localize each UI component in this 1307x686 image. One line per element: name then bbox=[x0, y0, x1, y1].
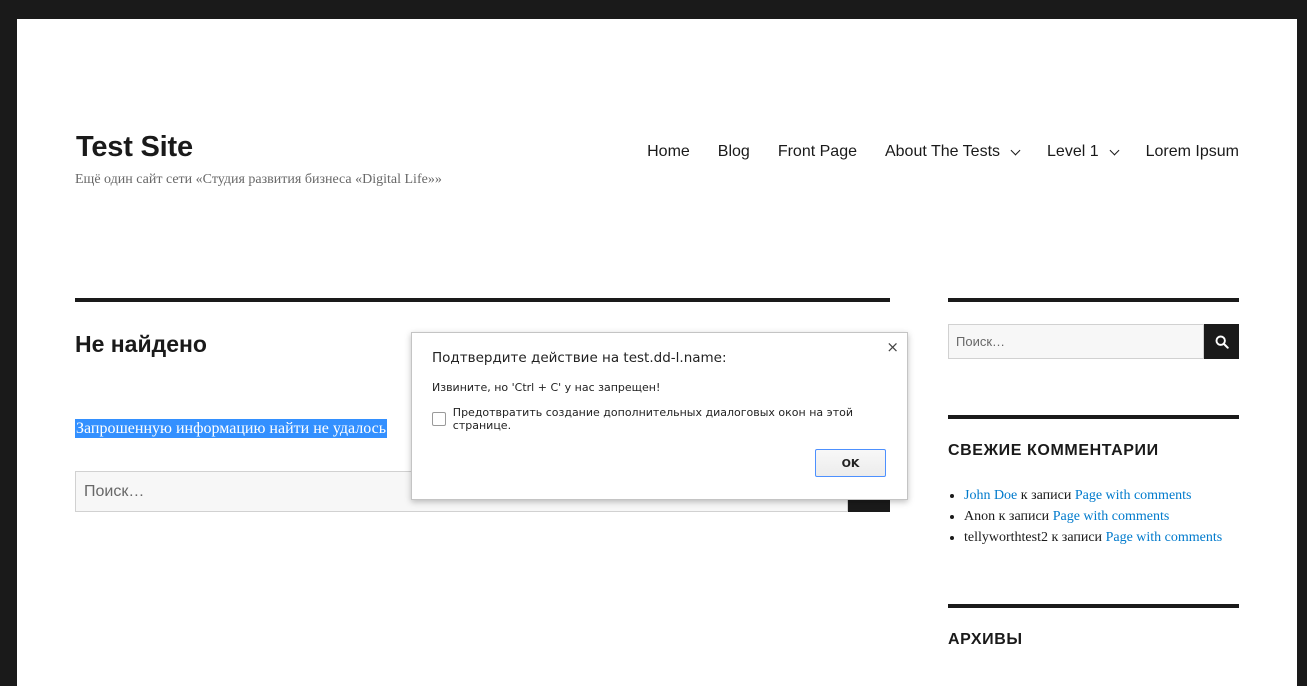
confirm-dialog: Подтвердите действие на test.dd-l.name: … bbox=[411, 332, 908, 500]
page-title: Не найдено bbox=[75, 331, 207, 357]
comment-joiner: к записи bbox=[995, 509, 1053, 524]
chevron-down-icon[interactable] bbox=[1109, 145, 1120, 155]
nav-item-label: Blog bbox=[717, 143, 750, 160]
sidebar: СВЕЖИЕ КОММЕНТАРИИ John Doe к записи Pag… bbox=[948, 298, 1239, 649]
comment-post-link[interactable]: Page with comments bbox=[1106, 530, 1223, 545]
nav-item-level-1[interactable]: Level 1 bbox=[1047, 143, 1120, 161]
comment-post-link[interactable]: Page with comments bbox=[1075, 488, 1192, 503]
dialog-title: Подтвердите действие на test.dd-l.name: bbox=[432, 350, 727, 366]
main-navigation: Home Blog Front Page About The Tests Lev… bbox=[647, 143, 1239, 161]
list-item: John Doe к записи Page with comments bbox=[964, 485, 1239, 506]
sidebar-divider bbox=[948, 298, 1239, 302]
comment-joiner: к записи bbox=[1048, 530, 1106, 545]
prevent-dialogs-checkbox[interactable] bbox=[432, 412, 446, 426]
comment-author: Anon bbox=[964, 509, 996, 524]
close-icon[interactable]: × bbox=[886, 338, 899, 356]
sidebar-divider bbox=[948, 415, 1239, 419]
nav-item-front-page[interactable]: Front Page bbox=[778, 143, 857, 161]
archives-title: АРХИВЫ bbox=[948, 631, 1023, 648]
site-description: Ещё один сайт сети «Студия развития бизн… bbox=[75, 172, 442, 187]
comment-post-link[interactable]: Page with comments bbox=[1053, 509, 1170, 524]
chevron-down-icon[interactable] bbox=[1010, 145, 1021, 155]
sidebar-search-form bbox=[948, 324, 1239, 359]
sidebar-search-input[interactable] bbox=[948, 324, 1204, 359]
comment-author: tellyworthtest2 bbox=[964, 530, 1048, 545]
site-title[interactable]: Test Site bbox=[76, 131, 193, 164]
nav-item-lorem-ipsum[interactable]: Lorem Ipsum bbox=[1146, 143, 1239, 161]
not-found-message: Запрошенную информацию найти не удалось bbox=[75, 419, 388, 438]
comment-author-link[interactable]: John Doe bbox=[964, 488, 1017, 503]
nav-item-label: Front Page bbox=[777, 143, 857, 160]
search-icon bbox=[1215, 335, 1229, 349]
dialog-message: Извините, но 'Ctrl + C' у нас запрещен! bbox=[432, 381, 661, 394]
nav-item-label: Home bbox=[647, 143, 690, 160]
nav-item-label: About The Tests bbox=[884, 143, 1001, 160]
sidebar-divider bbox=[948, 604, 1239, 608]
nav-item-home[interactable]: Home bbox=[647, 143, 690, 161]
content-divider bbox=[75, 298, 890, 302]
ok-button[interactable]: OK bbox=[815, 449, 886, 477]
list-item: Anon к записи Page with comments bbox=[964, 506, 1239, 527]
prevent-dialogs-option[interactable]: Предотвратить создание дополнительных ди… bbox=[432, 406, 907, 432]
nav-item-label: Level 1 bbox=[1047, 143, 1099, 160]
prevent-dialogs-label: Предотвратить создание дополнительных ди… bbox=[452, 406, 853, 432]
nav-item-blog[interactable]: Blog bbox=[718, 143, 750, 161]
list-item: tellyworthtest2 к записи Page with comme… bbox=[964, 527, 1239, 548]
comment-joiner: к записи bbox=[1017, 488, 1075, 503]
nav-item-label: Lorem Ipsum bbox=[1145, 143, 1239, 160]
recent-comments-title: СВЕЖИЕ КОММЕНТАРИИ bbox=[948, 442, 1159, 459]
recent-comments-list: John Doe к записи Page with comments Ano… bbox=[948, 485, 1239, 548]
nav-item-about-the-tests[interactable]: About The Tests bbox=[884, 143, 1021, 161]
sidebar-search-button[interactable] bbox=[1204, 324, 1239, 359]
